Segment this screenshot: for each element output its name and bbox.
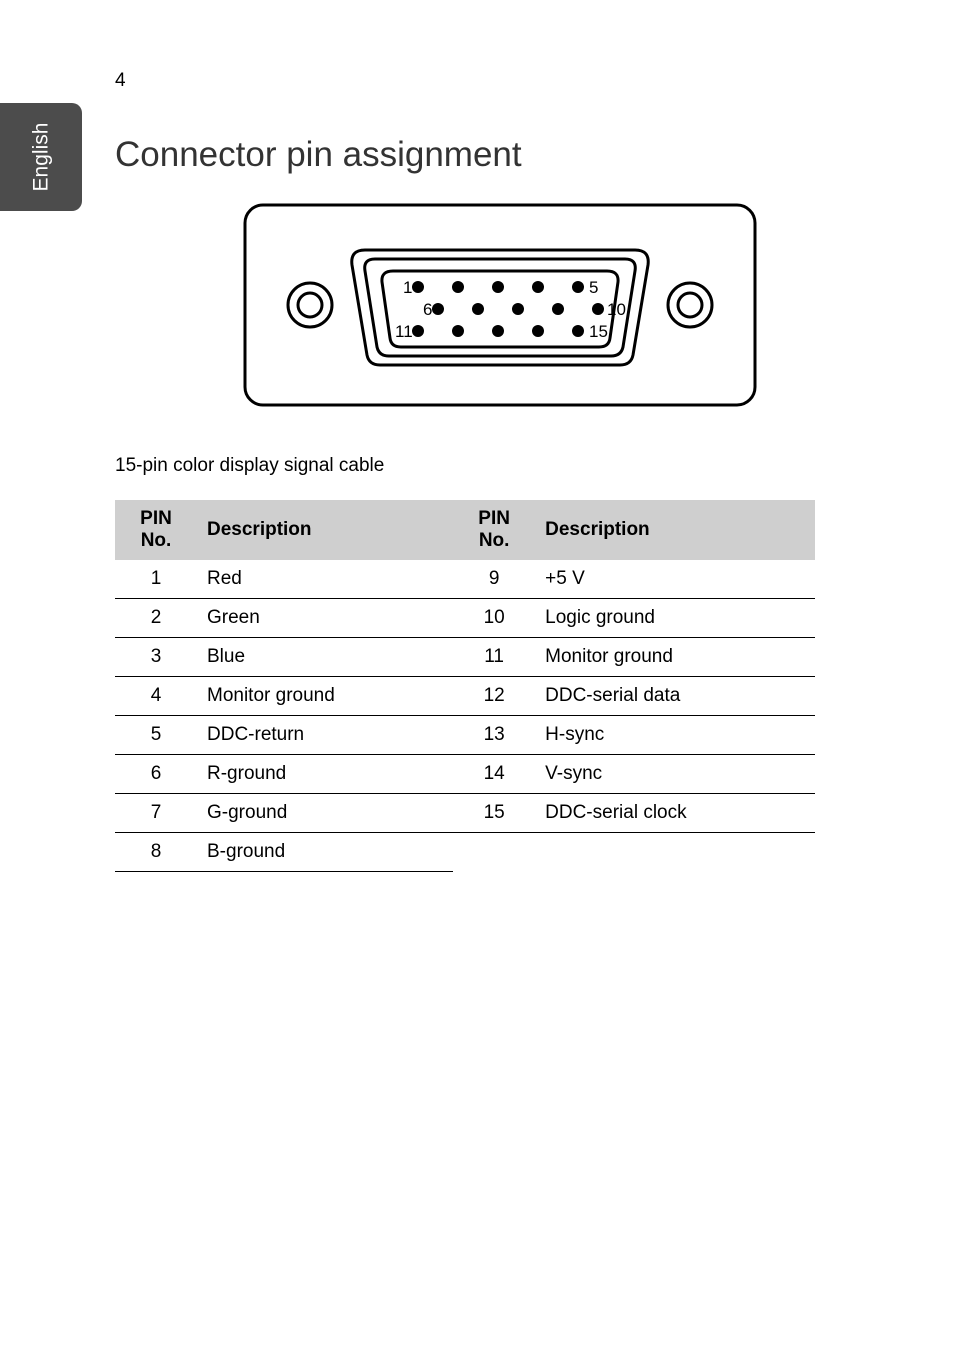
pin-desc-cell: Logic ground <box>535 599 815 638</box>
header-desc-left: Description <box>197 500 453 560</box>
pin-number-cell: 6 <box>115 755 197 794</box>
pin-number-cell: 3 <box>115 638 197 677</box>
table-row: 5DDC-return13H-sync <box>115 716 815 755</box>
pin-desc-cell: G-ground <box>197 794 453 833</box>
pin-number-cell: 8 <box>115 833 197 872</box>
pin-label-10: 10 <box>607 300 626 319</box>
header-pin-no-right: PIN No. <box>453 500 535 560</box>
pin-desc-cell: B-ground <box>197 833 453 872</box>
table-row: 2Green10Logic ground <box>115 599 815 638</box>
pin-desc-cell: Blue <box>197 638 453 677</box>
table-caption: 15-pin color display signal cable <box>115 455 384 477</box>
language-tab-label: English <box>29 123 53 192</box>
pin-number-cell: 1 <box>115 560 197 599</box>
pin-number-cell: 14 <box>453 755 535 794</box>
pin-label-11: 11 <box>395 322 413 341</box>
header-desc-right: Description <box>535 500 815 560</box>
pin-label-1: 1 <box>403 278 412 297</box>
pin-table: PIN No. Description PIN No. Description … <box>115 500 815 872</box>
pin-desc-cell: DDC-serial clock <box>535 794 815 833</box>
pin-desc-cell: H-sync <box>535 716 815 755</box>
pin-desc-cell: +5 V <box>535 560 815 599</box>
pin-number-cell: 2 <box>115 599 197 638</box>
page-title: Connector pin assignment <box>115 135 522 175</box>
pin-label-5: 5 <box>589 278 598 297</box>
table-row: 7G-ground15DDC-serial clock <box>115 794 815 833</box>
pin-desc-cell: V-sync <box>535 755 815 794</box>
table-row: 6R-ground14V-sync <box>115 755 815 794</box>
pin-number-cell: 13 <box>453 716 535 755</box>
pin-desc-cell: DDC-return <box>197 716 453 755</box>
pin-desc-cell: Monitor ground <box>535 638 815 677</box>
table-row: 4Monitor ground12DDC-serial data <box>115 677 815 716</box>
pin-number-cell <box>453 833 535 872</box>
table-row: 1Red9+5 V <box>115 560 815 599</box>
pin-number-cell: 11 <box>453 638 535 677</box>
table-row: 8B-ground <box>115 833 815 872</box>
pin-desc-cell: DDC-serial data <box>535 677 815 716</box>
pin-number-cell: 10 <box>453 599 535 638</box>
pin-number-cell: 7 <box>115 794 197 833</box>
pin-label-6: 6 <box>423 300 432 319</box>
pin-number-cell: 4 <box>115 677 197 716</box>
page-number: 4 <box>115 70 126 92</box>
pin-desc-cell: Red <box>197 560 453 599</box>
pin-desc-cell <box>535 833 815 872</box>
connector-diagram: 1 5 6 10 11 15 <box>235 195 765 415</box>
pin-label-15: 15 <box>589 322 608 341</box>
pin-number-cell: 9 <box>453 560 535 599</box>
pin-desc-cell: Monitor ground <box>197 677 453 716</box>
pin-number-cell: 5 <box>115 716 197 755</box>
table-header-row: PIN No. Description PIN No. Description <box>115 500 815 560</box>
pin-number-cell: 12 <box>453 677 535 716</box>
pin-desc-cell: R-ground <box>197 755 453 794</box>
language-tab: English <box>0 103 82 211</box>
header-pin-no-left: PIN No. <box>115 500 197 560</box>
pin-number-cell: 15 <box>453 794 535 833</box>
table-row: 3Blue11Monitor ground <box>115 638 815 677</box>
pin-desc-cell: Green <box>197 599 453 638</box>
